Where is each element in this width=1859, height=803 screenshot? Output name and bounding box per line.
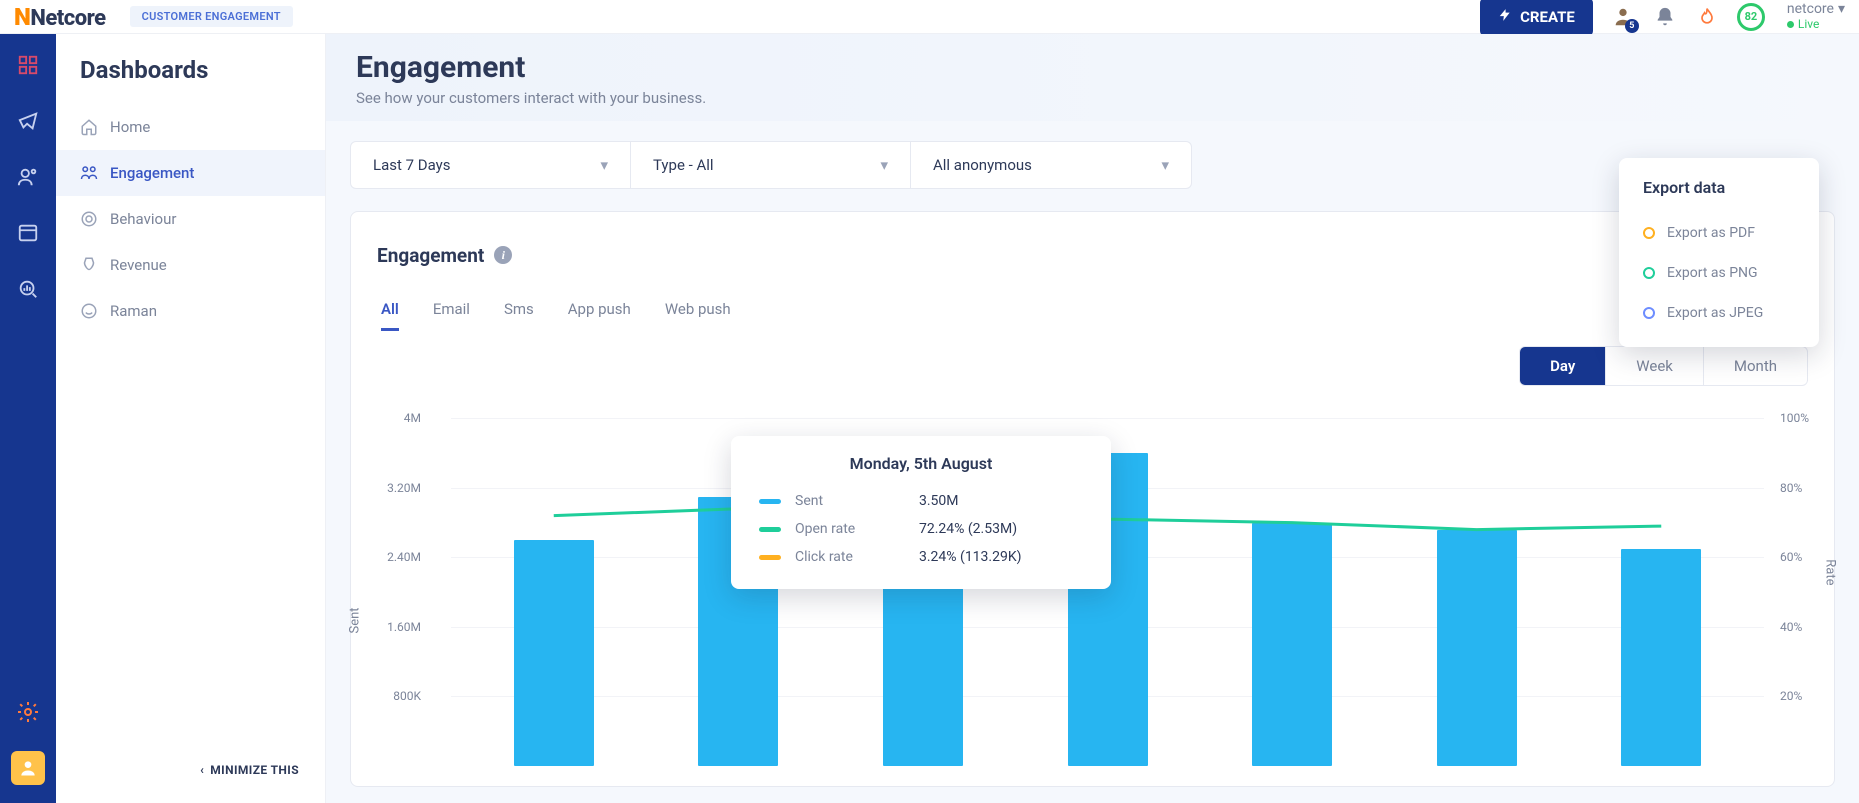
granularity-day[interactable]: Day: [1520, 347, 1606, 385]
rail-contacts-icon[interactable]: [15, 164, 41, 190]
sidebar-item-label: Revenue: [110, 256, 167, 274]
score-ring[interactable]: 82: [1737, 3, 1765, 31]
brand-name: Netcore: [30, 6, 105, 31]
sidebar-item-raman[interactable]: Raman: [56, 288, 325, 334]
chart-tooltip: Monday, 5th August Sent 3.50M Open rate …: [731, 436, 1111, 589]
info-icon[interactable]: i: [494, 246, 512, 264]
caret-down-icon: ▾: [1838, 2, 1845, 17]
tab-all[interactable]: All: [381, 300, 399, 331]
brand-logo: NNetcore CUSTOMER ENGAGEMENT: [14, 3, 293, 31]
rail-analytics-icon[interactable]: [15, 276, 41, 302]
swatch-icon: [759, 499, 781, 504]
account-switcher[interactable]: netcore ▾ Live: [1787, 2, 1845, 31]
channel-tabs: All Email Sms App push Web push: [351, 278, 1834, 332]
rail-campaign-icon[interactable]: [15, 108, 41, 134]
sidebar: Dashboards Home Engagement Behaviour Rev…: [56, 34, 326, 803]
sidebar-item-engagement[interactable]: Engagement: [56, 150, 325, 196]
export-jpeg[interactable]: Export as JPEG: [1643, 293, 1795, 333]
main-area: Engagement See how your customers intera…: [326, 34, 1859, 803]
page-subtitle: See how your customers interact with you…: [356, 89, 1829, 107]
lightning-icon: [1498, 6, 1512, 28]
granularity-month[interactable]: Month: [1704, 347, 1807, 385]
export-popover: Export data Export as PDF Export as PNG …: [1619, 158, 1819, 347]
behaviour-icon: [80, 210, 98, 228]
sidebar-item-label: Behaviour: [110, 210, 176, 228]
caret-down-icon: ▾: [880, 156, 888, 174]
tooltip-row: Sent 3.50M: [759, 487, 1083, 515]
export-png[interactable]: Export as PNG: [1643, 253, 1795, 293]
ring-icon: [1643, 227, 1655, 239]
sidebar-item-home[interactable]: Home: [56, 104, 325, 150]
granularity-toggle: Day Week Month: [351, 332, 1834, 386]
export-pdf[interactable]: Export as PDF: [1643, 213, 1795, 253]
ring-icon: [1643, 307, 1655, 319]
tab-email[interactable]: Email: [433, 300, 470, 331]
bell-icon[interactable]: [1653, 5, 1677, 29]
ring-icon: [1643, 267, 1655, 279]
segment-filter[interactable]: All anonymous▾: [911, 142, 1191, 188]
caret-down-icon: ▾: [1161, 156, 1169, 174]
panel-title: Engagement: [377, 244, 484, 267]
y-axis-right: 100% 80% 60% 40% 20%: [1774, 400, 1834, 766]
raman-icon: [80, 302, 98, 320]
top-bar: NNetcore CUSTOMER ENGAGEMENT CREATE 5 82…: [0, 0, 1859, 34]
page-header: Engagement See how your customers intera…: [326, 34, 1859, 121]
type-filter[interactable]: Type - All▾: [631, 142, 911, 188]
notification-count-badge: 5: [1625, 19, 1639, 33]
engagement-icon: [80, 164, 98, 182]
revenue-icon: [80, 256, 98, 274]
engagement-chart: Sent Rate 4M 3.20M 2.40M 1.60M 800K 100%…: [351, 386, 1834, 786]
rail-dashboards-icon[interactable]: [15, 52, 41, 78]
nav-rail: [0, 34, 56, 803]
brand-tag-badge: CUSTOMER ENGAGEMENT: [130, 6, 293, 27]
rail-settings-icon[interactable]: [15, 699, 41, 725]
tooltip-row: Click rate 3.24% (113.29K): [759, 543, 1083, 571]
rail-content-icon[interactable]: [15, 220, 41, 246]
export-title: Export data: [1643, 178, 1795, 197]
avatar-notification-icon[interactable]: 5: [1611, 5, 1635, 29]
sidebar-item-label: Raman: [110, 302, 157, 320]
flame-icon[interactable]: [1695, 5, 1719, 29]
date-range-filter[interactable]: Last 7 Days▾: [351, 142, 631, 188]
engagement-panel: Engagement i Event All Email Sms App pus…: [350, 211, 1835, 787]
chevron-left-icon: ‹: [200, 763, 204, 777]
sidebar-item-label: Engagement: [110, 164, 194, 182]
create-button[interactable]: CREATE: [1480, 0, 1593, 36]
swatch-icon: [759, 527, 781, 532]
swatch-icon: [759, 555, 781, 560]
page-title: Engagement: [356, 50, 1829, 85]
sidebar-item-label: Home: [110, 118, 150, 136]
tab-sms[interactable]: Sms: [504, 300, 534, 331]
home-icon: [80, 118, 98, 136]
sidebar-title: Dashboards: [56, 56, 325, 104]
tooltip-row: Open rate 72.24% (2.53M): [759, 515, 1083, 543]
status-dot-icon: [1787, 21, 1794, 28]
granularity-week[interactable]: Week: [1606, 347, 1704, 385]
rail-profile-icon[interactable]: [11, 751, 45, 785]
y-axis-left: 4M 3.20M 2.40M 1.60M 800K: [351, 400, 431, 766]
sidebar-item-revenue[interactable]: Revenue: [56, 242, 325, 288]
sidebar-minimize-button[interactable]: ‹ MINIMIZE THIS: [56, 737, 325, 803]
caret-down-icon: ▾: [600, 156, 608, 174]
tab-web-push[interactable]: Web push: [665, 300, 731, 331]
sidebar-item-behaviour[interactable]: Behaviour: [56, 196, 325, 242]
tab-app-push[interactable]: App push: [568, 300, 631, 331]
tooltip-title: Monday, 5th August: [759, 454, 1083, 473]
